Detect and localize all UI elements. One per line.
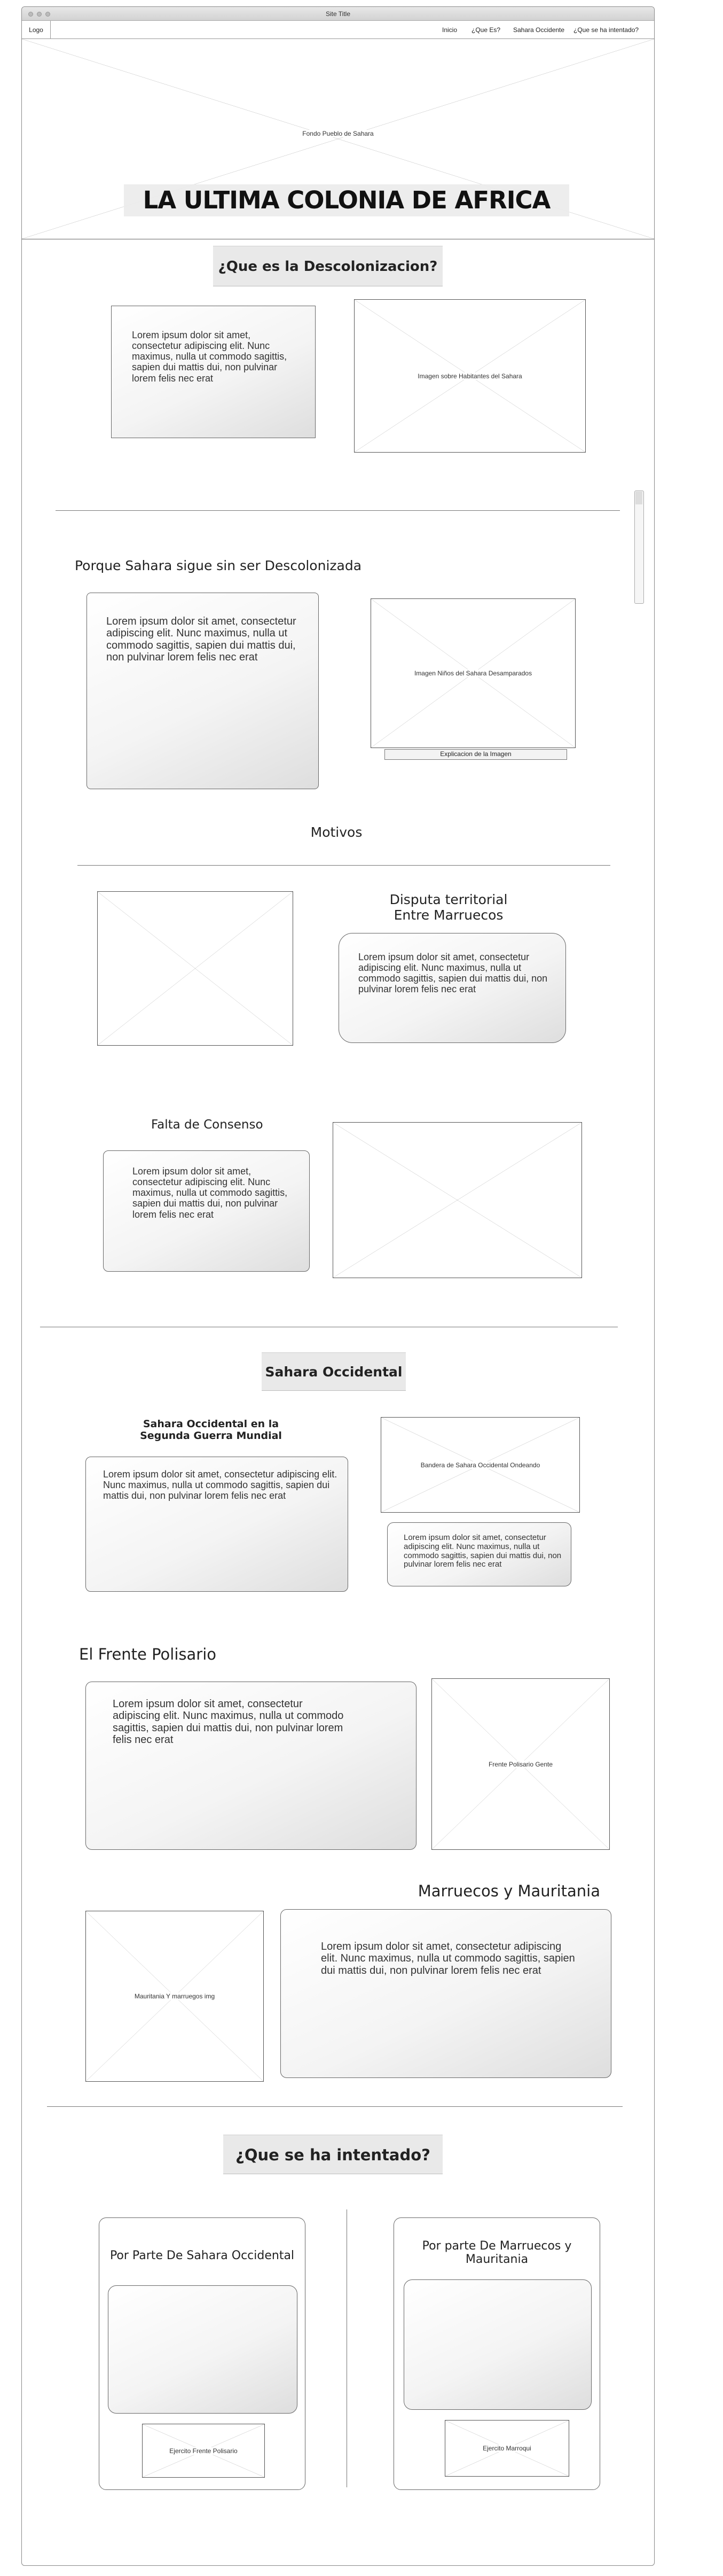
paragraph: Lorem ipsum dolor sit amet, consectetur … xyxy=(358,952,548,995)
image-placeholder-consenso xyxy=(333,1122,582,1278)
paragraph: Lorem ipsum dolor sit amet, consectetur … xyxy=(103,1469,337,1501)
empty-card xyxy=(404,2279,592,2410)
consenso-title: Falta de Consenso xyxy=(151,1118,263,1132)
panel-title: Por parte De Marruecos y Mauritania xyxy=(422,2239,572,2267)
image-placeholder-bandera: Bandera de Sahara Occidental Ondeando xyxy=(381,1417,580,1513)
text-card-consenso: Lorem ipsum dolor sit amet, consectetur … xyxy=(103,1150,310,1272)
text-card-disputa: Lorem ipsum dolor sit amet, consectetur … xyxy=(339,933,566,1043)
scrollbar-thumb[interactable] xyxy=(634,491,644,604)
divider xyxy=(77,865,610,866)
panel-sahara: Por Parte De Sahara Occidental Ejercito … xyxy=(99,2217,305,2490)
section-title-descolonizacion: ¿Que es la Descolonizacion? xyxy=(213,246,443,286)
image-placeholder-ejercito-marroqui: Ejercito Marroqui xyxy=(445,2420,569,2477)
text-card-porque: Lorem ipsum dolor sit amet, consectetur … xyxy=(87,593,319,789)
nav-link-inicio[interactable]: Inicio xyxy=(442,21,457,39)
nav-link-que-se-ha-intentado[interactable]: ¿Que se ha intentado? xyxy=(573,21,639,39)
text-card-mm: Lorem ipsum dolor sit amet, consectetur … xyxy=(280,1909,611,2078)
sub-title-segunda-guerra: Sahara Occidental en la Segunda Guerra M… xyxy=(140,1418,282,1442)
image-placeholder-disputa xyxy=(97,891,293,1046)
hero-title-banner: LA ULTIMA COLONIA DE AFRICA xyxy=(124,184,569,216)
image-caption: Explicacion de la Imagen xyxy=(440,750,512,758)
image-placeholder-habitantes: Imagen sobre Habitantes del Sahara xyxy=(354,299,586,453)
image-placeholder-polisario: Frente Polisario Gente xyxy=(431,1678,610,1850)
section-title-porque: Porque Sahara sigue sin ser Descolonizad… xyxy=(75,558,362,573)
paragraph: Lorem ipsum dolor sit amet, consectetur … xyxy=(132,1166,288,1220)
motivos-heading: Motivos xyxy=(310,824,363,840)
paragraph: Lorem ipsum dolor sit amet, consectetur … xyxy=(321,1941,575,1976)
nav-link-sahara-occidente[interactable]: Sahara Occidente xyxy=(513,21,564,39)
section-title-que-se-ha-intentado: ¿Que se ha intentado? xyxy=(223,2135,443,2174)
nav-link-que-es[interactable]: ¿Que Es? xyxy=(471,21,500,39)
polisario-title: El Frente Polisario xyxy=(79,1645,217,1663)
panel-title: Por Parte De Sahara Occidental xyxy=(109,2249,295,2262)
text-card-polisario: Lorem ipsum dolor sit amet, consectetur … xyxy=(85,1682,416,1850)
section-title-sahara-occidental: Sahara Occidental xyxy=(262,1352,406,1391)
disputa-title: Disputa territorial Entre Marruecos xyxy=(389,892,508,923)
window-title: Site Title xyxy=(325,10,351,18)
image-placeholder-mauritania: Mauritania Y marruegos img xyxy=(85,1911,264,2082)
divider xyxy=(56,510,620,511)
text-card-descolonizacion: Lorem ipsum dolor sit amet, consectetur … xyxy=(111,306,316,438)
window-titlebar: Site Title xyxy=(22,7,654,21)
hero-title: LA ULTIMA COLONIA DE AFRICA xyxy=(143,186,551,214)
logo[interactable]: Logo xyxy=(22,21,51,39)
empty-card xyxy=(108,2285,297,2414)
divider xyxy=(47,2106,623,2107)
image-placeholder-ninos: Imagen Niños del Sahara Desamparados xyxy=(371,598,576,748)
text-card-segunda-guerra: Lorem ipsum dolor sit amet, consectetur … xyxy=(85,1457,348,1592)
top-nav: Logo Inicio ¿Que Es? Sahara Occidente ¿Q… xyxy=(22,21,654,39)
paragraph: Lorem ipsum dolor sit amet, consectetur … xyxy=(106,616,296,664)
image-placeholder-ejercito-polisario: Ejercito Frente Polisario xyxy=(142,2424,265,2478)
mm-title: Marruecos y Mauritania xyxy=(418,1882,600,1900)
paragraph: Lorem ipsum dolor sit amet, consectetur … xyxy=(404,1533,562,1569)
panel-marruecos: Por parte De Marruecos y Mauritania Ejer… xyxy=(394,2217,600,2490)
text-card-bandera: Lorem ipsum dolor sit amet, consectetur … xyxy=(387,1522,571,1586)
image-caption-box: Explicacion de la Imagen xyxy=(384,749,567,760)
paragraph: Lorem ipsum dolor sit amet, consectetur … xyxy=(113,1698,344,1746)
paragraph: Lorem ipsum dolor sit amet, consectetur … xyxy=(132,330,287,384)
